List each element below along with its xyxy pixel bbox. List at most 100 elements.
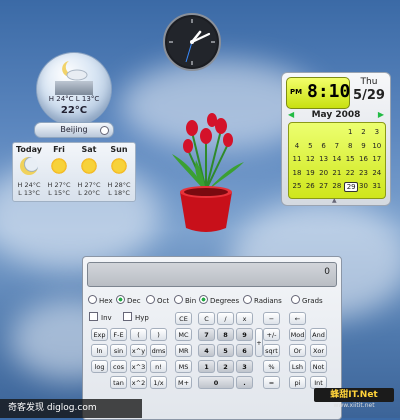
radio-grads[interactable]: Grads: [291, 295, 323, 305]
calc-button[interactable]: ←: [289, 312, 306, 325]
calendar-day[interactable]: 14: [331, 155, 343, 163]
calc-button[interactable]: Lsh: [289, 360, 306, 373]
calendar-day[interactable]: 27: [318, 182, 330, 190]
calc-button[interactable]: −: [263, 312, 280, 325]
calendar-day[interactable]: 15: [344, 155, 356, 163]
collapse-icon[interactable]: ▲: [332, 197, 337, 204]
calc-button[interactable]: 4: [198, 344, 215, 357]
calc-button[interactable]: cos: [110, 360, 127, 373]
radio-oct[interactable]: Oct: [146, 295, 169, 305]
calc-button[interactable]: tan: [110, 376, 127, 389]
calc-button[interactable]: sin: [110, 344, 127, 357]
calc-button[interactable]: CE: [175, 312, 192, 325]
calendar-day[interactable]: 26: [304, 182, 316, 190]
calendar-day[interactable]: 2: [358, 128, 370, 136]
calc-button[interactable]: MC: [175, 328, 192, 341]
calendar-day[interactable]: 22: [344, 169, 356, 177]
calendar-day[interactable]: 4: [291, 142, 303, 150]
calc-button[interactable]: (: [130, 328, 147, 341]
calc-button[interactable]: ): [150, 328, 167, 341]
radio-dot: [291, 295, 300, 304]
calc-button[interactable]: =: [263, 376, 280, 389]
calc-button-plus[interactable]: +: [255, 328, 263, 357]
calc-button[interactable]: F-E: [110, 328, 127, 341]
calc-button[interactable]: x^3: [130, 360, 147, 373]
options-icon[interactable]: [100, 126, 109, 135]
calc-button[interactable]: 1/x: [150, 376, 167, 389]
calendar-day[interactable]: 12: [304, 155, 316, 163]
radio-hex[interactable]: Hex: [88, 295, 113, 305]
calendar-day[interactable]: 13: [318, 155, 330, 163]
calendar-day[interactable]: 7: [331, 142, 343, 150]
calendar-day[interactable]: 10: [371, 142, 383, 150]
calc-button[interactable]: 7: [198, 328, 215, 341]
calendar-day-today[interactable]: 29: [344, 182, 359, 192]
calc-button[interactable]: MR: [175, 344, 192, 357]
calc-button[interactable]: Or: [289, 344, 306, 357]
radio-degrees[interactable]: Degrees: [199, 295, 239, 305]
calc-button[interactable]: Exp: [91, 328, 108, 341]
calc-button[interactable]: sqrt: [263, 344, 280, 357]
calc-button[interactable]: 8: [217, 328, 234, 341]
calc-button[interactable]: And: [310, 328, 327, 341]
calc-button[interactable]: +/-: [263, 328, 280, 341]
calc-button[interactable]: 3: [236, 360, 253, 373]
calendar-day[interactable]: 23: [358, 169, 370, 177]
calendar-day[interactable]: 28: [331, 182, 343, 190]
next-month-icon[interactable]: ▶: [378, 110, 384, 119]
calc-button[interactable]: M+: [175, 376, 192, 389]
calendar-gadget[interactable]: PM 8:10 Thu 5/29 ◀ May 2008 ▶ 1234567891…: [281, 72, 391, 206]
radio-dot: [199, 295, 208, 304]
calc-button[interactable]: pi: [289, 376, 306, 389]
weather-globe[interactable]: H 24°C L 13°C 22°C: [36, 52, 112, 126]
calc-button[interactable]: x^y: [130, 344, 147, 357]
calc-button[interactable]: /: [217, 312, 234, 325]
calc-button[interactable]: ln: [91, 344, 108, 357]
calc-button[interactable]: 0: [198, 376, 234, 389]
calc-button[interactable]: Not: [310, 360, 327, 373]
checkbox-box: [89, 312, 98, 321]
calc-button[interactable]: 5: [217, 344, 234, 357]
calc-button[interactable]: n!: [150, 360, 167, 373]
radio-radians[interactable]: Radians: [243, 295, 282, 305]
calendar-day[interactable]: 24: [371, 169, 383, 177]
calc-button[interactable]: x: [236, 312, 253, 325]
calendar-day[interactable]: 31: [371, 182, 383, 190]
calendar-day[interactable]: 1: [344, 128, 356, 136]
clock-gadget[interactable]: [162, 12, 222, 72]
calc-button[interactable]: Mod: [289, 328, 306, 341]
calendar-day[interactable]: 30: [358, 182, 370, 190]
weather-city-bar[interactable]: Beijing: [34, 122, 114, 138]
calc-button[interactable]: log: [91, 360, 108, 373]
calendar-day[interactable]: 20: [318, 169, 330, 177]
calc-button[interactable]: 6: [236, 344, 253, 357]
calc-button[interactable]: %: [263, 360, 280, 373]
checkbox-hyp[interactable]: Hyp: [123, 312, 149, 322]
calendar-day[interactable]: 18: [291, 169, 303, 177]
calendar-day[interactable]: 17: [371, 155, 383, 163]
calc-button[interactable]: 9: [236, 328, 253, 341]
calendar-day[interactable]: 11: [291, 155, 303, 163]
calendar-day[interactable]: 9: [358, 142, 370, 150]
radio-bin[interactable]: Bin: [174, 295, 196, 305]
calendar-day[interactable]: 16: [358, 155, 370, 163]
radio-dec[interactable]: Dec: [116, 295, 141, 305]
calendar-day[interactable]: 6: [318, 142, 330, 150]
checkbox-inv[interactable]: Inv: [89, 312, 112, 322]
calc-button[interactable]: Xor: [310, 344, 327, 357]
calc-button[interactable]: x^2: [130, 376, 147, 389]
watermark-logo-url: www.xiitit.net: [333, 402, 375, 409]
moon-cloud-icon: [62, 61, 88, 81]
calc-button[interactable]: C: [198, 312, 215, 325]
calc-button[interactable]: 1: [198, 360, 215, 373]
calendar-day[interactable]: 21: [331, 169, 343, 177]
calc-button[interactable]: .: [236, 376, 253, 389]
calendar-day[interactable]: 25: [291, 182, 303, 190]
calendar-day[interactable]: 3: [371, 128, 383, 136]
calendar-day[interactable]: 19: [304, 169, 316, 177]
calendar-day[interactable]: 8: [344, 142, 356, 150]
calc-button[interactable]: dms: [150, 344, 167, 357]
calc-button[interactable]: MS: [175, 360, 192, 373]
calc-button[interactable]: 2: [217, 360, 234, 373]
calendar-day[interactable]: 5: [304, 142, 316, 150]
